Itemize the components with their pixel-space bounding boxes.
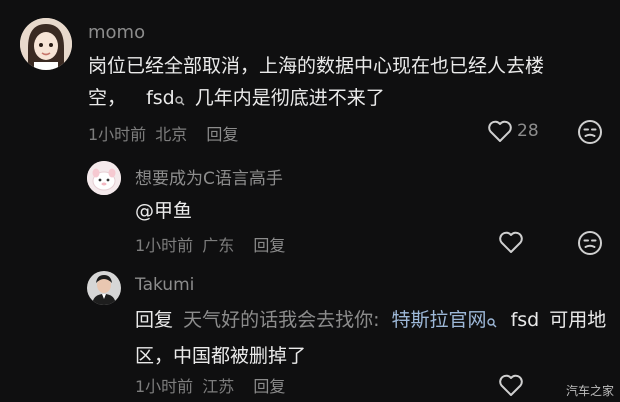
meh-face-icon xyxy=(578,120,602,144)
search-icon[interactable] xyxy=(175,86,185,118)
comment-location: 广东 xyxy=(202,236,235,255)
search-icon[interactable] xyxy=(486,308,497,340)
comment-text-prefix: 空， xyxy=(88,87,127,109)
comment-username[interactable]: momo xyxy=(88,22,145,43)
comment-text-line1: 回复 天气好的话我会去找你: 特斯拉官网 fsd 可用地 xyxy=(135,304,615,340)
reply-button[interactable]: 回复 xyxy=(253,236,285,255)
comment-location: 江苏 xyxy=(202,377,235,396)
search-term[interactable]: fsd xyxy=(511,309,540,331)
reply-prefix: 回复 xyxy=(135,309,174,331)
comment-text-suffix: 可用地 xyxy=(549,309,607,331)
comment-meta: 1小时前 广东 回复 xyxy=(135,232,285,256)
reply-button[interactable]: 回复 xyxy=(253,377,285,396)
comment-text: 回复 天气好的话我会去找你: 特斯拉官网 fsd 可用地 区，中国都被删掉了 xyxy=(135,304,615,372)
avatar-takumi[interactable] xyxy=(87,271,121,305)
comment-text-suffix: 几年内是彻底进不来了 xyxy=(194,87,385,109)
comment-time: 1小时前 xyxy=(135,377,194,396)
comment-username[interactable]: 想要成为C语言高手 xyxy=(135,164,283,189)
comment-text-line2: 区，中国都被删掉了 xyxy=(135,345,307,367)
comment-meta: 1小时前 北京 回复 xyxy=(88,121,238,145)
comment-text: 岗位已经全部取消，上海的数据中心现在也已经人去楼 空， fsd 几年内是彻底进不… xyxy=(88,50,608,118)
watermark: 汽车之家 xyxy=(566,384,615,398)
comment-username[interactable]: Takumi xyxy=(135,275,194,295)
avatar-momo[interactable] xyxy=(20,18,72,70)
comment-text-line2: 空， fsd 几年内是彻底进不来了 xyxy=(88,82,608,118)
comment-text-line1: 岗位已经全部取消，上海的数据中心现在也已经人去楼 xyxy=(88,55,545,77)
like-button[interactable] xyxy=(498,230,524,254)
reply-button[interactable]: 回复 xyxy=(206,125,238,144)
heart-icon xyxy=(499,374,523,396)
like-button[interactable] xyxy=(487,119,513,143)
dislike-emoji-button[interactable] xyxy=(577,230,603,256)
search-term[interactable]: fsd xyxy=(146,87,175,109)
heart-icon xyxy=(488,120,512,142)
comment-text: @甲鱼 xyxy=(135,200,193,222)
meh-face-icon xyxy=(578,231,602,255)
like-count: 28 xyxy=(517,121,539,141)
comment-location: 北京 xyxy=(155,125,188,144)
avatar-c-language[interactable] xyxy=(87,161,121,195)
like-button[interactable] xyxy=(498,373,524,397)
heart-icon xyxy=(499,231,523,253)
dislike-emoji-button[interactable] xyxy=(577,119,603,145)
comment-time: 1小时前 xyxy=(135,236,194,255)
comment-meta: 1小时前 江苏 回复 xyxy=(135,373,285,397)
reply-to-user[interactable]: 天气好的话我会去找你: xyxy=(183,309,379,331)
comment-time: 1小时前 xyxy=(88,125,147,144)
link-text[interactable]: 特斯拉官网 xyxy=(392,309,487,331)
